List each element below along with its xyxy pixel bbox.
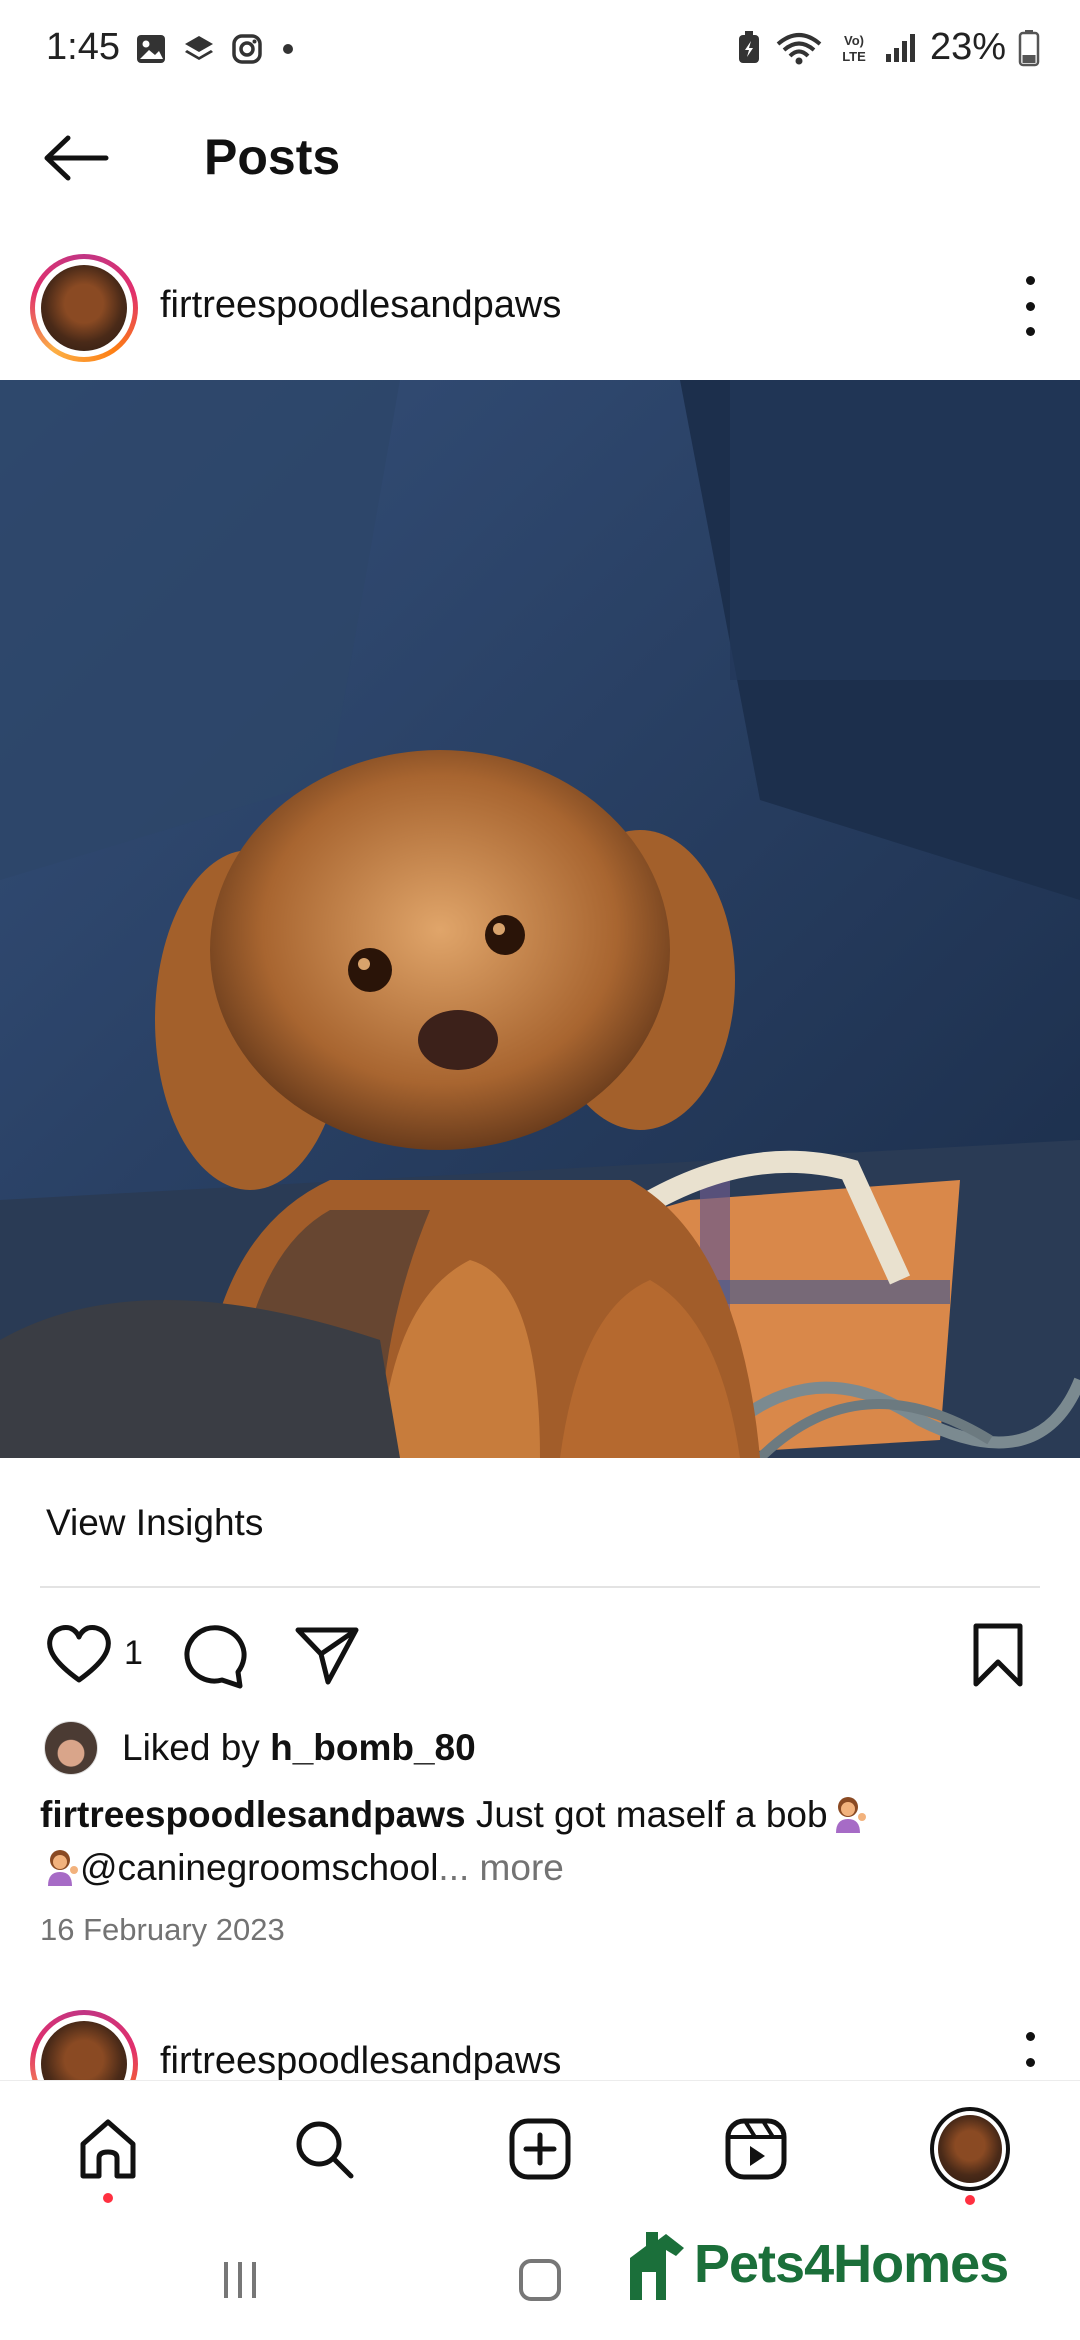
nav-profile[interactable] (930, 2107, 1010, 2205)
signal-icon (885, 33, 915, 62)
battery-percent: 23% (929, 26, 1006, 68)
liked-by-row[interactable]: Liked by h_bomb_80 (44, 1720, 476, 1776)
save-button[interactable] (968, 1620, 1028, 1690)
like-button[interactable] (44, 1620, 114, 1690)
svg-text:LTE: LTE (842, 49, 866, 64)
profile-avatar (930, 2107, 1010, 2191)
svg-text:Vo): Vo) (844, 33, 864, 48)
status-bar: 1:45 Vo) LTE 23% (0, 0, 1080, 100)
status-time: 1:45 (46, 26, 120, 68)
dog-photo (0, 380, 1080, 1458)
liked-by-text: Liked by h_bomb_80 (122, 1727, 476, 1769)
like-count: 1 (124, 1634, 143, 1672)
woman-tipping-hand-emoji-icon (828, 1793, 868, 1833)
caption-more[interactable]: ... more (438, 1847, 563, 1888)
home-icon (80, 2119, 136, 2179)
profile-notification-dot (965, 2195, 975, 2205)
caption-username[interactable]: firtreespoodlesandpaws (40, 1794, 466, 1835)
send-icon (295, 1627, 359, 1685)
nav-create[interactable] (500, 2109, 580, 2189)
caption-text: Just got maself a bob (465, 1794, 828, 1835)
nav-home[interactable] (68, 2109, 148, 2203)
recent-apps-icon (224, 2262, 256, 2298)
more-options-button[interactable] (1020, 276, 1040, 336)
search-icon (296, 2121, 354, 2179)
status-system-icons: Vo) LTE 23% (736, 26, 1040, 69)
liker-avatar (44, 1721, 98, 1775)
post-username[interactable]: firtreespoodlesandpaws (160, 284, 561, 327)
bookmark-icon (973, 1623, 1023, 1687)
post-header: firtreespoodlesandpaws (0, 254, 1080, 374)
page-title: Posts (204, 129, 341, 185)
woman-tipping-hand-emoji-icon-2 (40, 1846, 80, 1886)
home-square-icon (519, 2259, 561, 2301)
gallery-icon (137, 35, 165, 63)
back-button[interactable] (40, 128, 120, 188)
heart-icon (47, 1625, 111, 1683)
post-image[interactable] (0, 380, 1080, 1458)
liked-by-prefix: Liked by (122, 1727, 271, 1768)
battery-saver-icon (738, 30, 759, 63)
post-actions: 1 (0, 1614, 1080, 1694)
add-post-icon (509, 2118, 571, 2180)
caption-mention[interactable]: @caninegroomschool (80, 1847, 438, 1888)
back-arrow-icon (44, 135, 109, 181)
view-insights-link[interactable]: View Insights (46, 1502, 263, 1544)
instagram-icon (232, 34, 262, 64)
comment-button[interactable] (180, 1620, 250, 1690)
divider (40, 1586, 1040, 1588)
post-date: 16 February 2023 (40, 1912, 285, 1947)
pets4homes-logo-icon (630, 2232, 684, 2300)
wifi-icon (776, 32, 822, 64)
post-caption: firtreespoodlesandpaws Just got maself a… (40, 1788, 1040, 1894)
next-post-username[interactable]: firtreespoodlesandpaws (160, 2040, 561, 2083)
recent-apps-button[interactable] (210, 2250, 270, 2310)
header: Posts (0, 110, 1080, 206)
bottom-nav (0, 2080, 1080, 2210)
nav-reels[interactable] (716, 2109, 796, 2189)
share-button[interactable] (292, 1620, 362, 1690)
volte-icon: Vo)LTE (842, 33, 866, 64)
comment-icon (184, 1625, 247, 1689)
liked-by-user[interactable]: h_bomb_80 (270, 1727, 476, 1768)
home-notification-dot (103, 2193, 113, 2203)
dot-icon (283, 44, 293, 54)
battery-icon (1018, 29, 1040, 66)
avatar[interactable] (30, 254, 138, 362)
nav-search[interactable] (284, 2109, 364, 2189)
layers-icon (185, 36, 213, 60)
reels-icon (725, 2118, 787, 2180)
status-notification-icons (134, 32, 298, 66)
watermark-text: Pets4Homes (694, 2234, 1009, 2294)
pets4homes-watermark: Pets4Homes (626, 2228, 1009, 2300)
home-system-button[interactable] (510, 2250, 570, 2310)
